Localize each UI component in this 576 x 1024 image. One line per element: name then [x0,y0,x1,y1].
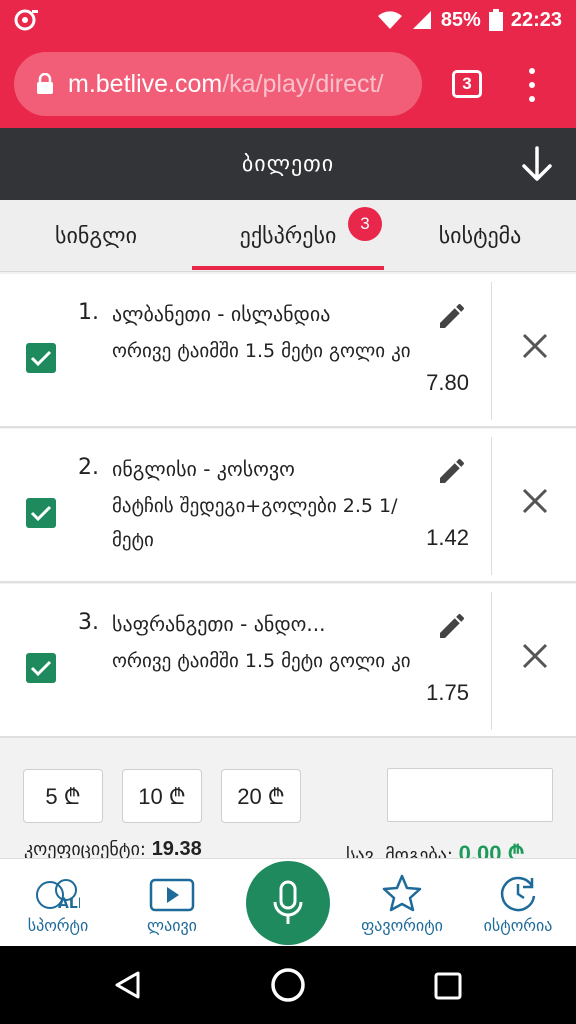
checkmark-icon [30,660,52,677]
potential-win-value: 0.00 ₾ [458,841,525,858]
status-bar: 85% 22:23 [0,0,576,40]
microphone-icon [273,880,303,924]
bet-number: 2. [78,455,99,480]
bet-description: მატჩის შედეგი+გოლები 2.5 1/ მეტი [112,495,398,551]
browser-toolbar: m.betlive.com/ka/play/direct/ 3 [0,40,576,128]
bet-checkbox[interactable] [26,653,56,683]
checkmark-icon [30,505,52,522]
signal-icon [412,11,431,29]
bet-odds: 7.80 [426,370,469,395]
clock: 22:23 [510,8,562,31]
coefficient-value: 19.38 [151,838,202,858]
nav-favorites-label: ფავორიტი [361,916,443,935]
voice-search-button[interactable] [246,861,330,945]
nav-live[interactable]: ლაივი [120,859,224,947]
close-icon[interactable] [521,642,549,670]
bet-item: 3. საფრანგეთი - ანდო... ორივე ტაიმში 1.5… [0,584,576,738]
nav-history-label: ისტორია [483,916,553,935]
edit-icon[interactable] [436,300,468,332]
bet-odds: 1.75 [426,680,469,705]
star-icon [382,874,422,912]
nav-live-label: ლაივი [147,916,197,935]
recent-apps-icon[interactable] [434,972,462,1000]
sports-ball-icon: ALL [36,879,80,912]
divider [491,437,492,575]
edit-icon[interactable] [436,455,468,487]
stake-option-10[interactable]: 10 ₾ [122,769,202,823]
tab-switcher-button[interactable]: 3 [452,70,482,98]
close-icon[interactable] [521,332,549,360]
bottom-navigation: ALL სპორტი ლაივი ფავორიტი ისტორია [0,858,576,946]
bet-item: 1. ალბანეთი - ისლანდია ორივე ტაიმში 1.5 … [0,274,576,428]
nav-sports[interactable]: ALL სპორტი [6,859,110,947]
close-icon[interactable] [521,487,549,515]
divider [491,592,492,730]
stake-option-5[interactable]: 5 ₾ [23,769,103,823]
nav-favorites[interactable]: ფავორიტი [350,859,454,947]
sports-icon-text: ALL [58,896,80,912]
coefficient-label: კოეფიციენტი: 19.38 [24,838,202,858]
bet-description: ორივე ტაიმში 1.5 მეტი გოლი კი [112,340,411,362]
divider [491,282,492,420]
notification-icon [14,9,38,31]
page-title: ბილეთი [241,151,335,177]
potential-win-label: სავ. მოგება: 0.00 ₾ [346,838,525,858]
nav-sports-label: სპორტი [27,916,89,935]
stake-amount-input[interactable] [387,768,553,822]
active-tab-indicator [192,266,384,270]
stake-panel: 5 ₾ 10 ₾ 20 ₾ კოეფიციენტი: 19.38 სავ. მო… [0,740,576,858]
betslip-header: ბილეთი [0,128,576,200]
edit-icon[interactable] [436,610,468,642]
tab-single[interactable]: სინგლი [0,200,192,272]
nav-history[interactable]: ისტორია [466,859,570,947]
bet-item: 2. ინგლისი - კოსოვო მატჩის შედეგი+გოლები… [0,429,576,583]
bet-number: 3. [78,610,99,635]
bet-checkbox[interactable] [26,343,56,373]
browser-menu-icon[interactable] [522,68,542,102]
bet-match: საფრანგეთი - ანდო... [112,612,326,636]
lock-icon [37,73,53,94]
express-count-badge: 3 [348,207,382,241]
bet-number: 1. [78,300,99,325]
bet-type-tabs: სინგლი ექსპრესი სისტემა [0,200,576,272]
url-text: m.betlive.com/ka/play/direct/ [68,69,384,98]
bet-match: ინგლისი - კოსოვო [112,457,295,481]
bet-odds: 1.42 [426,525,469,550]
bet-checkbox[interactable] [26,498,56,528]
battery-percent: 85% [440,8,481,31]
system-navigation-bar [0,946,576,1024]
checkmark-icon [30,350,52,367]
battery-icon [488,9,503,31]
url-bar[interactable]: m.betlive.com/ka/play/direct/ [14,52,422,116]
stake-option-20[interactable]: 20 ₾ [221,769,301,823]
wifi-icon [377,11,402,29]
history-icon [500,876,536,912]
bet-match: ალბანეთი - ისლანდია [112,302,331,326]
arrow-down-icon[interactable] [520,146,554,182]
tab-system[interactable]: სისტემა [384,200,576,272]
home-icon[interactable] [270,967,306,1003]
back-icon[interactable] [114,970,142,1000]
play-video-icon [149,878,195,912]
bet-description: ორივე ტაიმში 1.5 მეტი გოლი კი [112,650,411,672]
